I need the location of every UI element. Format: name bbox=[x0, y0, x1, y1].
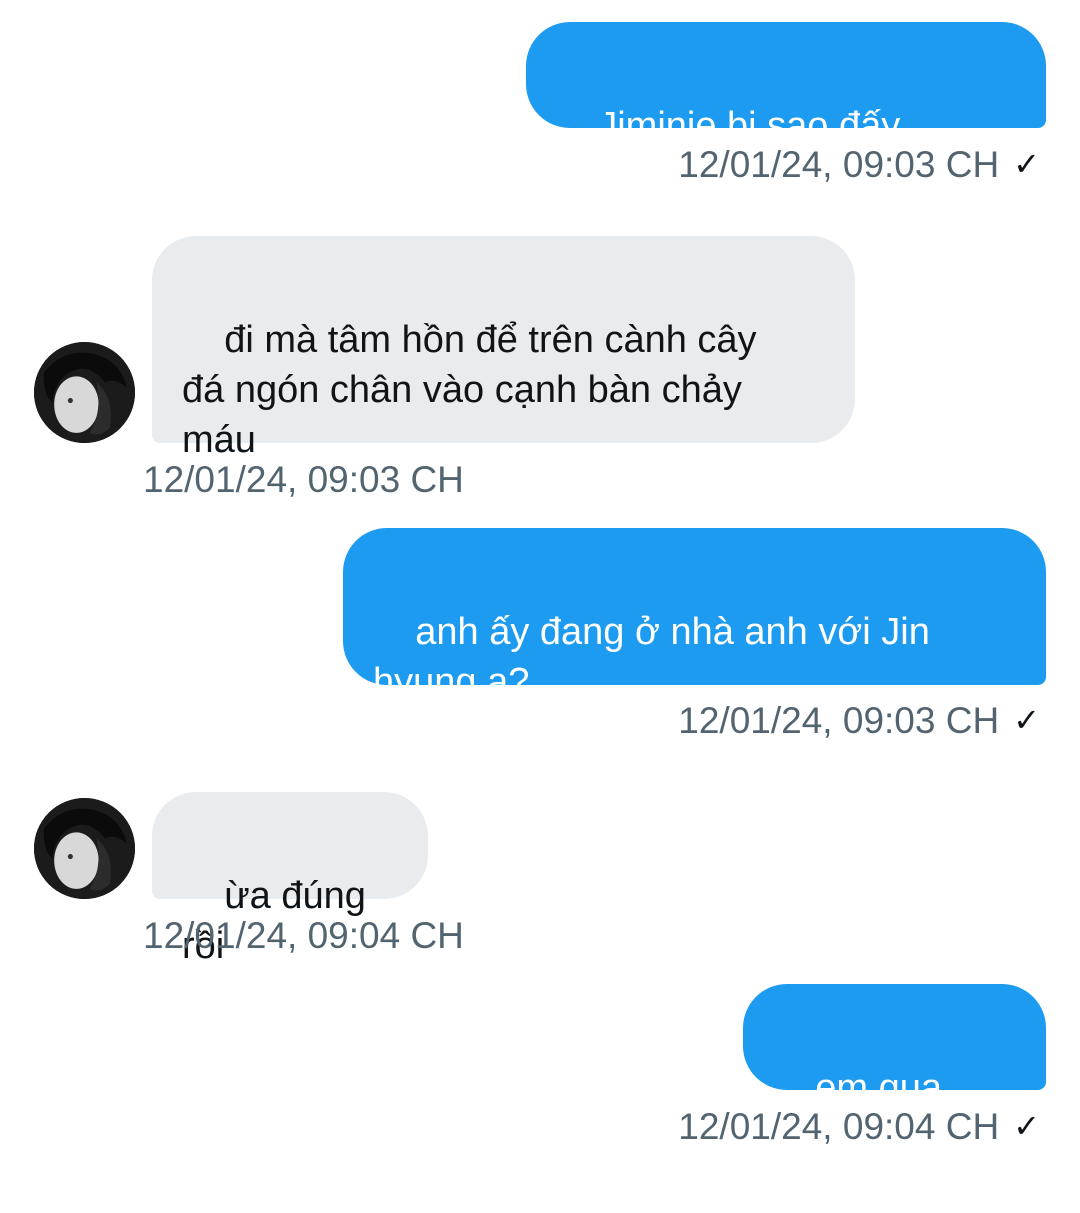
message-bubble-outgoing[interactable]: anh ấy đang ở nhà anh với Jin hyung ạ? bbox=[343, 528, 1046, 703]
profile-avatar[interactable] bbox=[34, 342, 135, 443]
profile-avatar[interactable] bbox=[34, 798, 135, 899]
message-bubble-incoming[interactable]: ừa đúng rồi bbox=[152, 792, 428, 967]
message-bubble-outgoing[interactable]: Jiminie bị sao đấy ạ???? bbox=[526, 22, 1046, 197]
message-timestamp: 12/01/24, 09:03 CH ✓ bbox=[678, 700, 1040, 741]
avatar-image bbox=[34, 798, 135, 899]
message-timestamp: 12/01/24, 09:04 CH ✓ bbox=[678, 1106, 1040, 1147]
message-bubble-incoming[interactable]: đi mà tâm hồn để trên cành cây đá ngón c… bbox=[152, 236, 855, 461]
message-text: anh ấy đang ở nhà anh với Jin hyung ạ? bbox=[373, 611, 930, 703]
avatar-image bbox=[34, 342, 135, 443]
checkmark-icon: ✓ bbox=[1013, 702, 1040, 738]
message-timestamp: 12/01/24, 09:03 CH ✓ bbox=[678, 144, 1040, 185]
message-timestamp: 12/01/24, 09:03 CH bbox=[143, 459, 464, 500]
checkmark-icon: ✓ bbox=[1013, 1108, 1040, 1144]
message-timestamp: 12/01/24, 09:04 CH bbox=[143, 915, 464, 956]
checkmark-icon: ✓ bbox=[1013, 146, 1040, 182]
message-text: đi mà tâm hồn để trên cành cây đá ngón c… bbox=[182, 319, 757, 461]
message-bubble-outgoing[interactable]: em qua ngay bbox=[743, 984, 1046, 1159]
conversation-thread: Jiminie bị sao đấy ạ???? 12/01/24, 09:03… bbox=[0, 0, 1080, 1172]
